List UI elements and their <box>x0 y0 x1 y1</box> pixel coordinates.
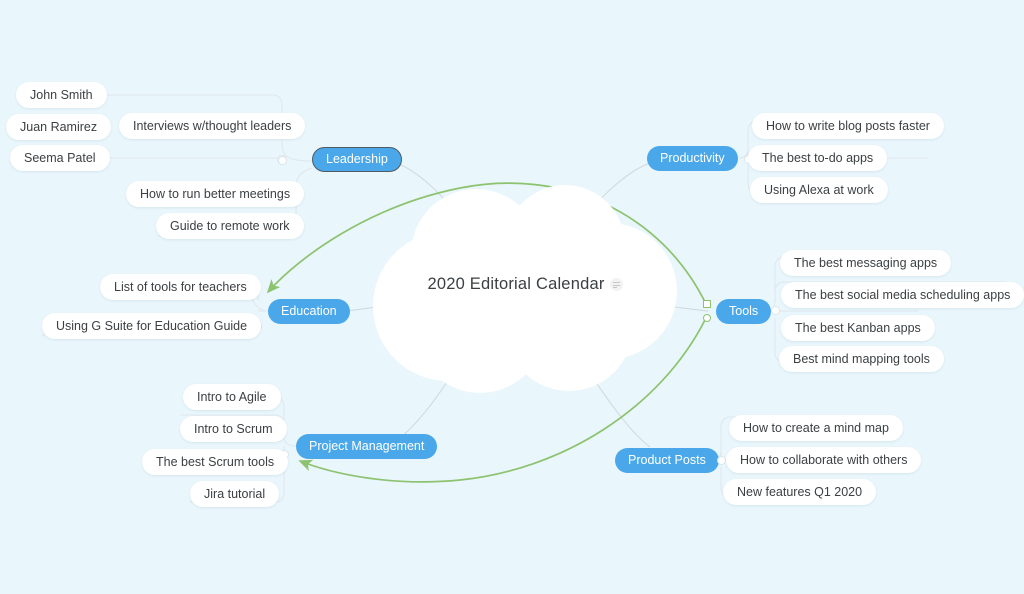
branch-project-management[interactable]: Project Management <box>296 434 438 459</box>
branch-productivity[interactable]: Productivity <box>647 146 738 171</box>
leaf-remote-work[interactable]: Guide to remote work <box>156 213 304 239</box>
mindmap-canvas[interactable]: 2020 Editorial Calendar Leadership John … <box>0 0 1024 594</box>
leaf-john-smith[interactable]: John Smith <box>16 82 107 108</box>
leaf-mind-mapping-tools[interactable]: Best mind mapping tools <box>779 346 944 372</box>
branch-education[interactable]: Education <box>268 299 350 324</box>
leaf-kanban-apps[interactable]: The best Kanban apps <box>781 315 935 341</box>
leaf-better-meetings[interactable]: How to run better meetings <box>126 181 305 207</box>
leaf-social-media-apps[interactable]: The best social media scheduling apps <box>781 282 1024 308</box>
note-lines-icon[interactable] <box>609 278 623 291</box>
leaf-tools-for-teachers[interactable]: List of tools for teachers <box>100 274 261 300</box>
collapse-handle-leadership[interactable] <box>278 156 287 165</box>
collapse-handle-product-posts[interactable] <box>717 456 726 465</box>
leaf-blog-posts-faster[interactable]: How to write blog posts faster <box>752 113 944 139</box>
leaf-messaging-apps[interactable]: The best messaging apps <box>780 250 952 276</box>
leaf-juan-ramirez[interactable]: Juan Ramirez <box>6 114 112 140</box>
leaf-seema-patel[interactable]: Seema Patel <box>10 145 110 171</box>
leaf-new-features-q1[interactable]: New features Q1 2020 <box>723 479 877 505</box>
leaf-create-mind-map[interactable]: How to create a mind map <box>729 415 903 441</box>
central-topic-text: 2020 Editorial Calendar <box>427 275 605 293</box>
leaf-best-todo-apps[interactable]: The best to-do apps <box>748 145 888 171</box>
central-topic-label: 2020 Editorial Calendar <box>355 275 695 294</box>
relationship-handle-square[interactable] <box>703 300 711 308</box>
central-topic-node[interactable]: 2020 Editorial Calendar <box>355 185 695 393</box>
leaf-using-alexa[interactable]: Using Alexa at work <box>750 177 888 203</box>
leaf-intro-to-scrum[interactable]: Intro to Scrum <box>180 416 287 442</box>
collapse-handle-tools[interactable] <box>771 306 780 315</box>
leaf-intro-to-agile[interactable]: Intro to Agile <box>183 384 281 410</box>
leaf-collaborate-others[interactable]: How to collaborate with others <box>726 447 922 473</box>
leaf-interviews[interactable]: Interviews w/thought leaders <box>119 113 306 139</box>
leaf-best-scrum-tools[interactable]: The best Scrum tools <box>142 449 289 475</box>
leaf-jira-tutorial[interactable]: Jira tutorial <box>190 481 280 507</box>
leaf-g-suite-education[interactable]: Using G Suite for Education Guide <box>42 313 262 339</box>
relationship-handle-round[interactable] <box>703 314 711 322</box>
branch-tools[interactable]: Tools <box>716 299 772 324</box>
branch-leadership[interactable]: Leadership <box>312 147 402 172</box>
branch-product-posts[interactable]: Product Posts <box>615 448 719 473</box>
